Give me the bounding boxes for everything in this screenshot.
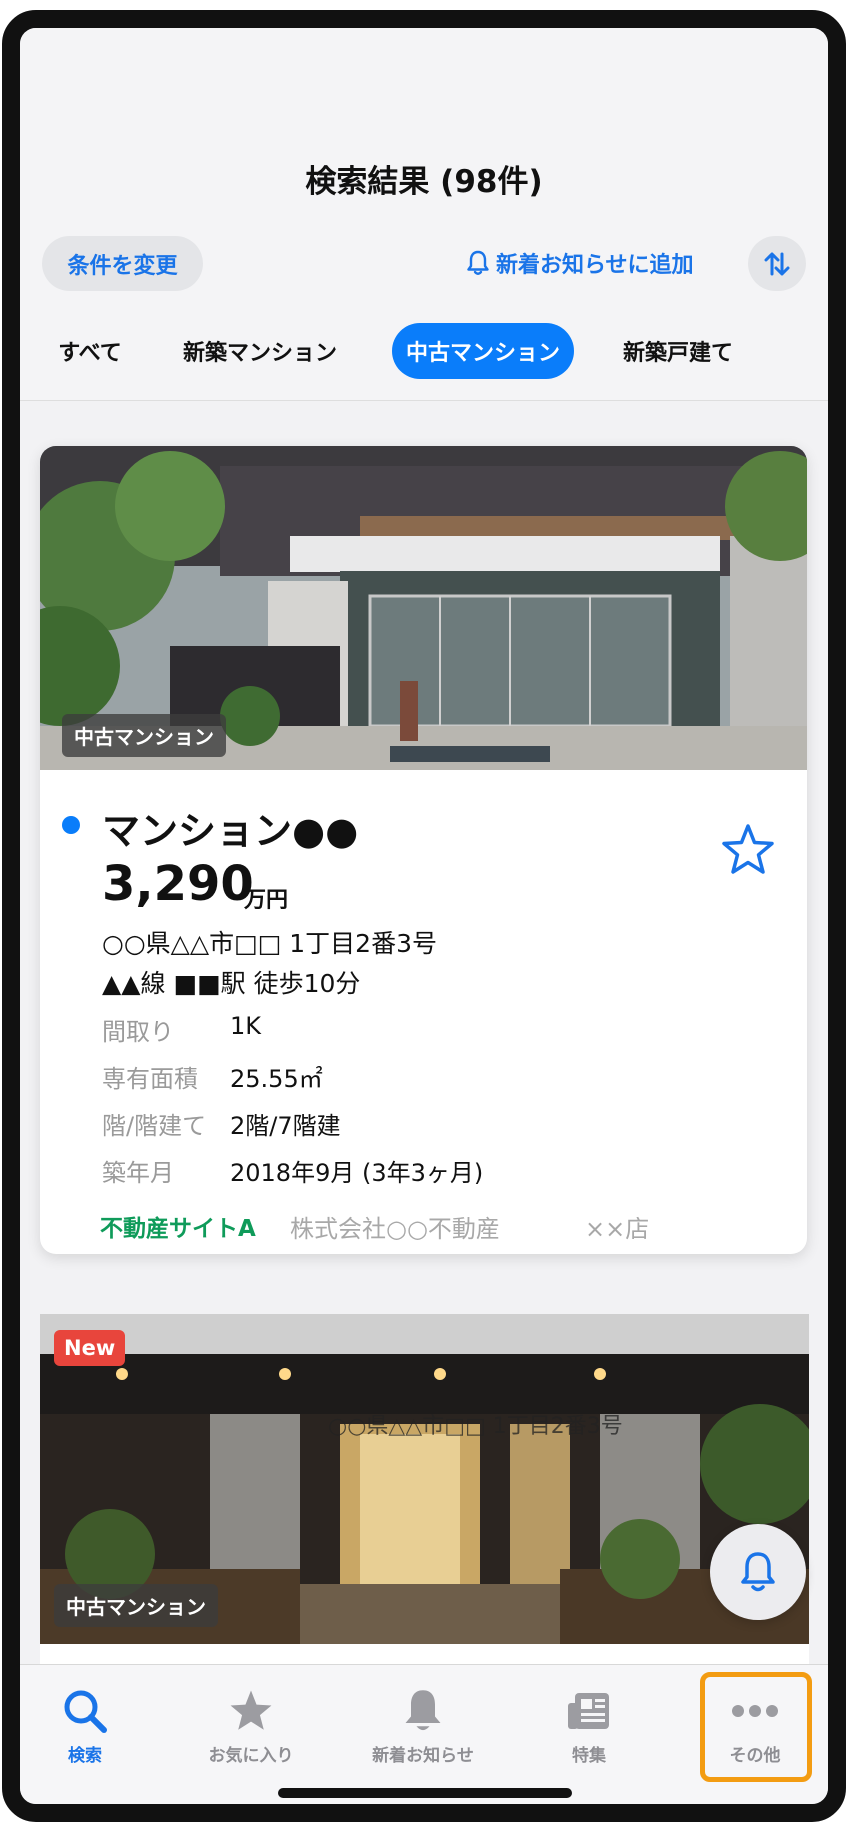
listing-photo: 中古マンション [40,446,807,770]
tab-favorites[interactable]: お気に入り [186,1665,316,1775]
tab-search-label: 検索 [68,1746,102,1766]
spec-label-layout: 間取り [102,1018,174,1046]
category-badge: 中古マンション [62,714,226,757]
bell-icon [741,1552,775,1592]
star-icon [230,1690,272,1730]
source-site: 不動産サイトA [100,1216,256,1242]
add-notification-label: 新着お知らせに追加 [496,253,694,278]
tab-notifications[interactable]: 新着お知らせ [358,1665,488,1775]
category-tabs: すべて 新築マンション 中古マンション 新築戸建て [20,323,828,383]
spec-value-layout: 1K [230,1012,262,1040]
agency-branch: ××店 [585,1215,650,1243]
tab-new-house[interactable]: 新築戸建て [598,323,758,379]
page-title: 検索結果 (98件) [305,164,543,200]
favorite-button[interactable] [720,823,776,881]
bell-icon [405,1690,441,1731]
unread-dot [62,816,80,834]
listing-name: マンション●● [102,809,359,853]
change-conditions-button[interactable]: 条件を変更 [42,236,203,291]
new-badge: New [54,1330,126,1366]
newspaper-icon [568,1693,609,1729]
sort-button[interactable] [748,236,806,291]
add-notification-button[interactable]: 新着お知らせに追加 [466,243,694,283]
listing-address: ○○県△△市□□ 1丁目2番3号 [102,929,437,958]
agency-name: 株式会社○○不動産 [290,1215,500,1243]
price-unit: 万円 [244,888,289,913]
category-badge: 中古マンション [54,1584,218,1627]
phone-frame: 検索結果 (98件) 条件を変更 新着お知らせに追加 すべて 新築マンション 中… [2,10,846,1822]
tab-used-mansion[interactable]: 中古マンション [392,323,574,379]
tab-search[interactable]: 検索 [20,1665,150,1775]
star-outline-icon [722,824,774,874]
spec-value-area: 25.55㎡ [230,1065,323,1093]
listing-access: ▲▲線 ■■駅 徒歩10分 [102,969,361,998]
highlight-frame [700,1672,812,1782]
photo-overlay-text: ○○県△△市□□ 1丁目2番3号 [328,1414,623,1439]
spec-value-floor: 2階/7階建 [230,1112,341,1140]
listing-card[interactable]: ○○県△△市□□ 1丁目2番3号 New 中古マンション [40,1314,809,1714]
screen: 検索結果 (98件) 条件を変更 新着お知らせに追加 すべて 新築マンション 中… [20,28,828,1804]
notification-fab[interactable] [710,1524,806,1620]
tab-all[interactable]: すべて [40,323,140,379]
tab-favorites-label: お気に入り [208,1746,294,1766]
tab-notifications-label: 新着お知らせ [372,1746,474,1766]
spec-value-built: 2018年9月 (3年3ヶ月) [230,1159,484,1187]
tab-new-mansion[interactable]: 新築マンション [160,323,360,379]
sort-icon [764,252,790,275]
spec-label-built: 築年月 [102,1159,174,1187]
tab-features-label: 特集 [572,1746,606,1766]
spec-label-area: 専有面積 [102,1065,198,1093]
search-icon [64,1690,107,1733]
header: 検索結果 (98件) 条件を変更 新着お知らせに追加 すべて 新築マンション 中… [20,28,828,401]
home-indicator [278,1788,572,1798]
listing-card[interactable]: 中古マンション マンション●● 3,290 万円 ○○県△△市□□ 1丁目2番3… [40,446,807,1254]
bell-icon [467,250,489,275]
tab-features[interactable]: 特集 [524,1665,654,1775]
spec-label-floor: 階/階建て [102,1112,207,1140]
listing-price: 3,290 [102,856,254,912]
